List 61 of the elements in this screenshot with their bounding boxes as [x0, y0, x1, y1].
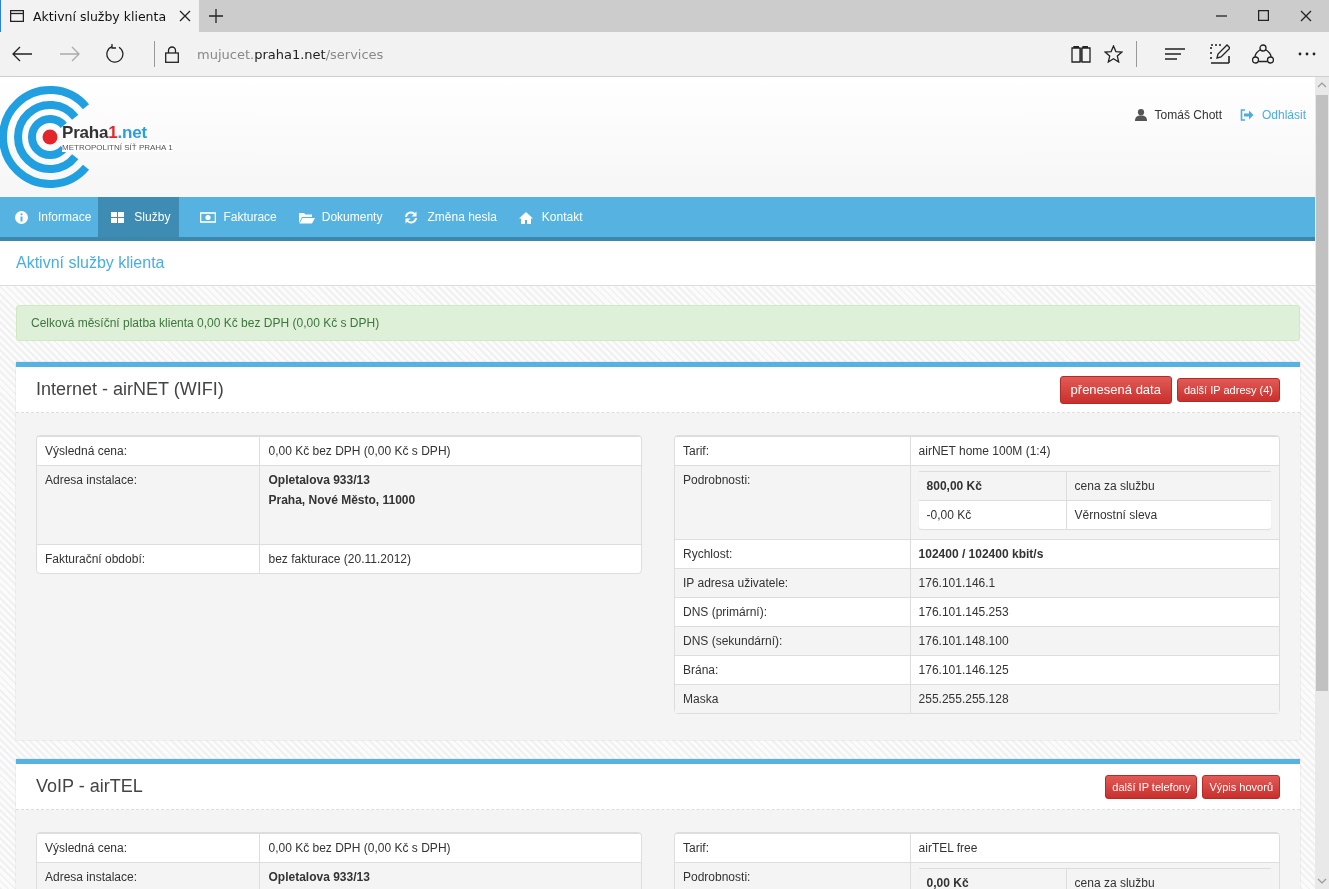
dot-icon — [42, 129, 58, 145]
book-icon[interactable] — [1071, 45, 1091, 63]
nav-tab[interactable]: Služby — [98, 197, 180, 237]
logout-link[interactable]: Odhlásit — [1261, 108, 1306, 122]
maximize-icon[interactable] — [1258, 10, 1269, 21]
action-button[interactable]: další IP adresy (4) — [1176, 377, 1280, 402]
field-label: Adresa instalace: — [37, 862, 261, 889]
amount-cell: -0,00 Kč — [918, 500, 1067, 529]
nav-tab[interactable]: Fakturace — [185, 197, 284, 237]
tagline: METROPOLITNÍ SÍŤ PRAHA 1 — [62, 143, 173, 152]
nav-tab[interactable]: Dokumenty — [283, 197, 390, 237]
action-button[interactable]: Výpis hovorů — [1202, 774, 1280, 799]
nav-icon — [200, 210, 217, 224]
success-alert: Celková měsíční platba klienta 0,00 Kč bez DPH (0,00 Kč s DPH) — [16, 305, 1300, 341]
address-line: Praha, Nové Město, 11000 — [268, 494, 417, 506]
address-line: Opletalova 933/13 — [268, 474, 371, 486]
hub-icon[interactable] — [1165, 48, 1185, 60]
back-icon[interactable] — [12, 46, 32, 62]
page-icon — [10, 10, 24, 22]
star-icon[interactable] — [1104, 45, 1123, 63]
panel-title: VoIP - airTEL — [36, 776, 144, 797]
field-value: bez fakturace (20.11.2012) — [260, 544, 641, 573]
field-label: IP adresa uživatele: — [675, 568, 911, 597]
plus-icon[interactable] — [209, 9, 223, 23]
field-label: Fakturační období: — [37, 544, 261, 573]
more-icon[interactable] — [1298, 52, 1316, 56]
field-label: Podrobnosti: — [675, 465, 911, 539]
amount-cell: 800,00 Kč — [918, 471, 1067, 500]
close-icon[interactable] — [179, 10, 191, 22]
action-button[interactable]: přenesená data — [1059, 375, 1172, 404]
nav-icon — [518, 210, 535, 224]
nav-icon — [15, 210, 31, 224]
field-label: Adresa instalace: — [37, 465, 261, 544]
address-line: Opletalova 933/13 — [268, 871, 371, 883]
page-title: Aktivní služby klienta — [16, 254, 165, 272]
browser-tab[interactable]: Aktivní služby klienta — [0, 0, 199, 32]
nav-tab[interactable]: Změna hesla — [389, 197, 504, 237]
note-cell: cena za službu — [1066, 868, 1271, 889]
brand-name: Praha1.net — [62, 123, 147, 143]
field-label: Maska — [675, 684, 911, 713]
user-icon — [1134, 109, 1147, 121]
user-name: Tomáš Chott — [1154, 108, 1222, 122]
nav-icon — [298, 210, 315, 224]
refresh-icon[interactable] — [106, 44, 126, 64]
close-icon[interactable] — [1300, 10, 1312, 22]
field-value: 176.101.146.1 — [910, 568, 1279, 597]
note-pen-icon[interactable] — [1210, 44, 1230, 64]
nav-tab[interactable]: Kontakt — [503, 197, 590, 237]
address-field[interactable]: mujucet.praha1.net/services — [197, 46, 384, 62]
nav-tab[interactable]: Informace — [0, 197, 99, 237]
field-value: 255.255.255.128 — [910, 684, 1279, 713]
panel-title: Internet - airNET (WIFI) — [36, 379, 225, 400]
amount-cell: 0,00 Kč — [918, 868, 1067, 889]
share-icon[interactable] — [1252, 44, 1274, 64]
field-value: 176.101.148.100 — [910, 626, 1279, 655]
note-cell: Věrnostní sleva — [1066, 500, 1271, 529]
field-label: Podrobnosti: — [675, 862, 911, 889]
field-label: DNS (sekundární): — [675, 626, 911, 655]
note-cell: cena za službu — [1066, 471, 1271, 500]
lock-icon — [165, 45, 179, 63]
action-button[interactable]: další IP telefony — [1105, 774, 1198, 799]
